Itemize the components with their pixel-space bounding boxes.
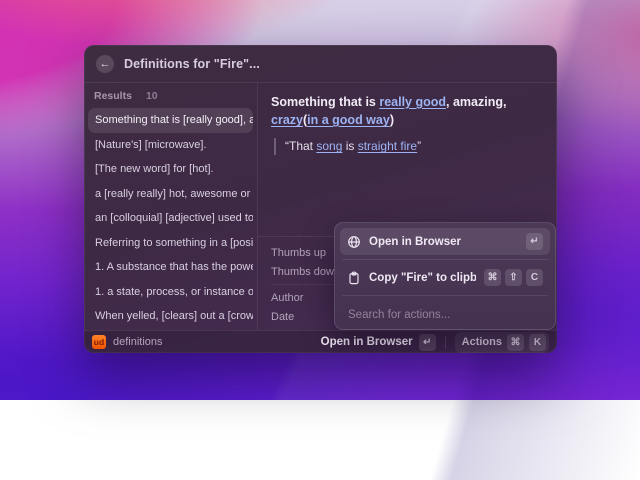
definition-segment: Something that is: [271, 95, 379, 109]
list-item[interactable]: a [really really] hot, awesome or ama…: [88, 182, 253, 207]
key-return: ↵: [526, 233, 543, 250]
key-k: K: [529, 334, 546, 351]
definition-segment: , amazing,: [446, 95, 506, 109]
page-title: Definitions for "Fire"...: [124, 57, 260, 71]
example-link[interactable]: straight fire: [358, 139, 417, 153]
definition-link[interactable]: in a good way: [307, 113, 390, 127]
panel-divider: [342, 295, 548, 296]
example-segment: ”: [417, 139, 421, 153]
list-item[interactable]: When yelled, [clears] out a [crowded…: [88, 304, 253, 329]
list-item[interactable]: Something that is [really good], ama…: [88, 108, 253, 133]
definition-link[interactable]: really good: [379, 95, 446, 109]
example-link[interactable]: song: [316, 139, 342, 153]
definition-text: Something that is really good, amazing, …: [271, 93, 543, 129]
list-item[interactable]: Referring to something in a [positive…: [88, 231, 253, 256]
clipboard-icon: [347, 271, 361, 285]
command-name: definitions: [113, 336, 163, 348]
action-copy-to-clipboard[interactable]: Copy "Fire" to clipboard ⌘ ⇧ C: [340, 264, 550, 291]
action-label: Copy "Fire" to clipboard: [369, 272, 476, 284]
example-quote: “That song is straight fire”: [274, 138, 543, 155]
window-header: ← Definitions for "Fire"...: [84, 45, 557, 83]
key-return: ↵: [419, 334, 436, 351]
back-arrow-icon: ←: [100, 58, 111, 70]
actions-label: Actions: [462, 336, 502, 348]
actions-menu-button[interactable]: Actions ⌘ K: [455, 332, 549, 353]
results-label: Results: [94, 90, 132, 102]
action-open-in-browser[interactable]: Open in Browser ↵: [340, 228, 550, 255]
list-item[interactable]: [The new word] for [hot].: [88, 157, 253, 182]
status-bar: ud definitions Open in Browser ↵ Actions…: [84, 330, 557, 353]
example-segment: “That: [285, 139, 316, 153]
action-label: Open in Browser: [369, 236, 518, 248]
results-count: 10: [146, 90, 158, 102]
key-shift: ⇧: [505, 269, 522, 286]
results-header: Results 10: [84, 90, 257, 108]
urban-dictionary-logo-icon: ud: [92, 335, 106, 349]
footer-divider: [445, 336, 446, 349]
list-item[interactable]: 1. A substance that has the power t…: [88, 255, 253, 280]
action-search-input[interactable]: [348, 309, 542, 321]
list-item[interactable]: 1. a state, process, or instance of [co…: [88, 280, 253, 305]
results-list: Results 10 Something that is [really goo…: [84, 83, 258, 330]
key-cmd: ⌘: [507, 334, 524, 351]
key-c: C: [526, 269, 543, 286]
list-item[interactable]: [Nature's] [microwave].: [88, 133, 253, 158]
definition-link[interactable]: crazy: [271, 113, 303, 127]
list-item[interactable]: an [colloquial] [adjective] used to de…: [88, 206, 253, 231]
action-search-row: [340, 300, 550, 329]
example-segment: is: [342, 139, 357, 153]
globe-icon: [347, 235, 361, 249]
panel-divider: [342, 259, 548, 260]
primary-action-button[interactable]: Open in Browser: [321, 336, 413, 348]
raycast-window: ← Definitions for "Fire"... Results 10 S…: [84, 45, 557, 353]
back-button[interactable]: ←: [96, 55, 114, 73]
key-cmd: ⌘: [484, 269, 501, 286]
definition-segment: ): [390, 113, 394, 127]
action-panel: Open in Browser ↵ Copy "Fire" to clipboa…: [334, 222, 556, 330]
